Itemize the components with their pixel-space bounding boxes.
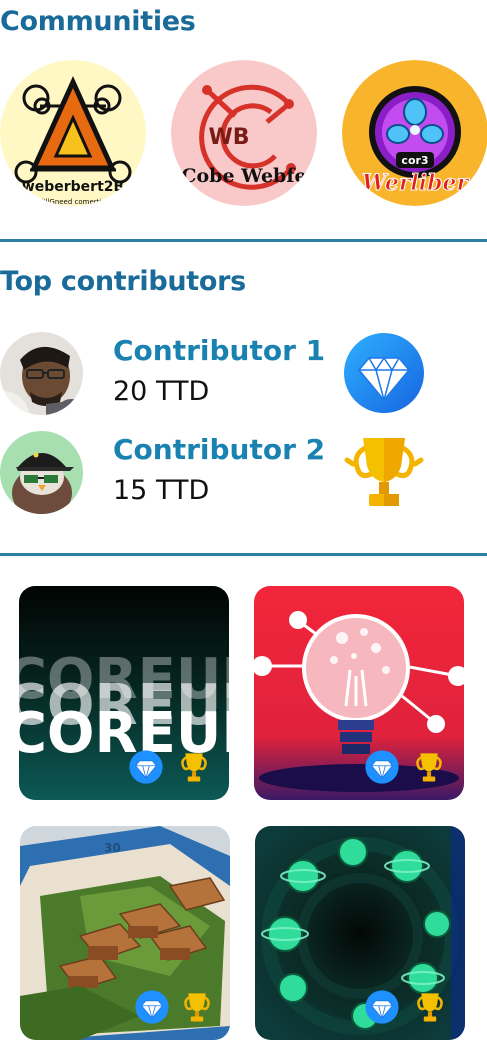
community-cobe-webfe[interactable]: WB Cobe Webfe — [171, 60, 317, 206]
community-logo-name: Werliber — [362, 170, 470, 196]
avatar — [0, 332, 83, 415]
gallery-card-3[interactable]: 30 — [20, 826, 230, 1040]
community-logo: WB Cobe Webfe — [171, 60, 317, 206]
community-logo: cor3 Werliber — [342, 60, 487, 206]
community-logo-tagline: wi'llGneed comertion — [36, 198, 110, 206]
community-monogram: WB — [208, 125, 249, 150]
contributor-1-amount: 20 TTD — [113, 376, 210, 407]
trophy-icon — [344, 438, 424, 506]
contributor-2-name[interactable]: Contributor 2 — [113, 436, 325, 464]
community-weberbert2b[interactable]: weberbert2B wi'llGneed comertion — [0, 60, 146, 206]
community-logo: weberbert2B wi'llGneed comertion — [0, 60, 146, 206]
contributors-title: Top contributors — [0, 266, 246, 297]
diamond-icon — [344, 333, 424, 413]
contributor-2-avatar[interactable] — [0, 431, 83, 514]
trophy-icon — [416, 753, 442, 782]
gallery-card-2[interactable] — [254, 586, 464, 800]
diamond-icon — [365, 990, 399, 1024]
trophy-icon — [181, 753, 207, 782]
contributor-2-badge — [343, 430, 425, 512]
trophy-icon — [184, 993, 210, 1022]
communities-title: Communities — [0, 6, 196, 37]
card-art-label: 30 — [104, 841, 121, 855]
contributor-1-avatar[interactable] — [0, 332, 83, 415]
diamond-icon — [365, 750, 399, 784]
diamond-icon — [129, 750, 163, 784]
avatar — [0, 431, 83, 514]
community-logo-name: Cobe Webfe — [181, 165, 306, 187]
section-divider — [0, 239, 487, 242]
gallery-card-1[interactable]: COREUI COREUI COREUI — [19, 586, 229, 800]
community-werliber[interactable]: cor3 Werliber — [342, 60, 487, 206]
community-logo-name: weberbert2B — [22, 179, 124, 195]
gallery-card-4[interactable] — [255, 826, 465, 1040]
contributor-1-badge — [343, 332, 425, 414]
contributor-2-amount: 15 TTD — [113, 475, 210, 506]
trophy-icon — [417, 993, 443, 1022]
contributor-1-name[interactable]: Contributor 1 — [113, 337, 325, 365]
section-divider — [0, 553, 487, 556]
community-logo-badge: cor3 — [401, 154, 428, 167]
diamond-icon — [135, 990, 169, 1024]
